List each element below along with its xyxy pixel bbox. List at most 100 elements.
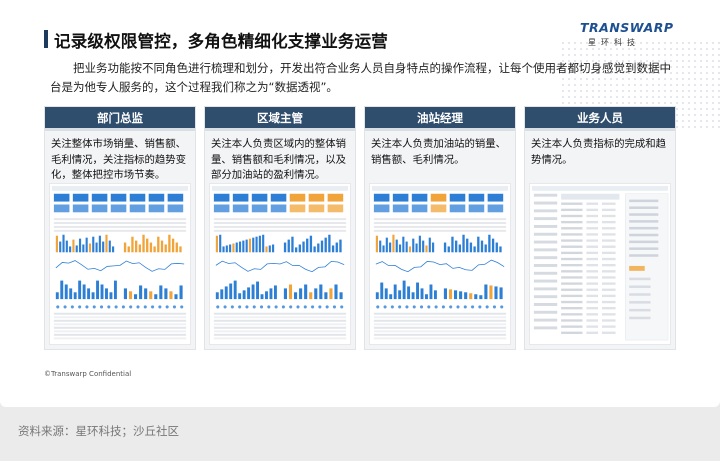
thumb-bar: [179, 246, 182, 253]
thumb-bar: [398, 290, 402, 300]
thumb-bar: [314, 288, 318, 300]
thumb-cell: [586, 202, 599, 205]
thumb-dot: [63, 305, 67, 309]
thumb-bar: [389, 242, 392, 253]
thumb-kpi-tile: [232, 204, 249, 213]
thumb-kpi-tile: [232, 193, 249, 202]
thumb-dot: [223, 305, 227, 309]
thumb-bar: [412, 238, 415, 253]
thumb-bar: [335, 242, 338, 253]
thumb-panel-tag: [629, 265, 645, 271]
thumb-text-row: [53, 218, 187, 221]
thumb-field-item: [533, 217, 558, 221]
thumb-cell: [561, 307, 583, 310]
thumb-bar: [324, 237, 327, 253]
thumb-panel-item: [629, 226, 659, 230]
thumb-bar: [149, 291, 153, 300]
thumb-bar: [154, 294, 158, 300]
thumb-bar: [477, 236, 480, 253]
thumb-bar: [375, 235, 378, 253]
thumb-bar: [320, 240, 324, 253]
thumb-cell: [561, 288, 583, 291]
logo-subtitle: 星环科技: [588, 38, 640, 47]
role-card-station-manager: 油站经理 关注本人负责加油站的销量、销售额、毛利情况。: [364, 106, 516, 350]
thumb-kpi-tile: [289, 193, 306, 202]
thumb-table-row: [213, 330, 347, 333]
thumb-bar: [288, 284, 293, 300]
thumb-bar: [304, 284, 308, 300]
thumb-bar: [82, 284, 86, 300]
thumb-table-row: [373, 316, 507, 319]
thumb-bar: [123, 242, 127, 253]
thumb-bar: [146, 238, 149, 253]
thumb-kpi-tile: [129, 204, 146, 213]
thumb-cell: [561, 239, 583, 242]
thumb-bar: [100, 284, 104, 300]
thumb-field-item: [533, 271, 558, 275]
thumb-bar: [380, 282, 384, 300]
dashboard-thumbnail: [369, 183, 511, 345]
thumb-panel-item: [629, 220, 659, 223]
thumb-bar: [428, 237, 431, 253]
thumb-kpi-tile: [430, 204, 447, 213]
thumb-bar: [95, 242, 98, 253]
thumb-cell: [601, 214, 616, 218]
thumb-cell: [561, 282, 583, 285]
thumb-kpi-tile: [148, 204, 165, 213]
thumb-dot: [492, 305, 496, 309]
thumb-bar: [398, 244, 402, 253]
thumb-bar: [108, 240, 111, 253]
thumb-field-item: [533, 193, 558, 197]
thumb-bar: [229, 244, 232, 253]
thumb-dot: [412, 305, 416, 309]
thumb-bar: [215, 235, 218, 253]
thumb-cell: [561, 214, 583, 218]
thumb-cell: [561, 294, 583, 298]
thumb-bar: [105, 288, 108, 300]
thumb-bar: [91, 292, 95, 300]
thumb-dot: [456, 305, 460, 309]
thumb-bar: [489, 285, 493, 300]
thumb-dot: [449, 305, 453, 309]
thumb-bar: [153, 246, 156, 253]
thumb-dot: [325, 305, 329, 309]
thumb-cell: [601, 294, 616, 298]
thumb-kpi-tile: [91, 204, 108, 213]
thumb-table-row: [53, 330, 187, 333]
thumb-bar: [92, 236, 95, 253]
thumb-cell: [586, 313, 599, 316]
thumb-text-row: [373, 218, 507, 221]
thumb-bar: [283, 242, 287, 253]
thumb-dot: [274, 305, 278, 309]
thumb-kpi-tile: [289, 204, 306, 213]
thumb-dot: [216, 305, 220, 309]
thumb-cell: [601, 331, 616, 334]
title-accent-bar: [44, 30, 48, 48]
thumb-text-row: [53, 229, 187, 232]
intro-paragraph: 把业务功能按不同角色进行梳理和划分，开发出符合业务人员自身特点的操作流程，让每个…: [50, 61, 671, 94]
thumb-cell: [561, 257, 583, 261]
thumb-cell: [601, 251, 616, 255]
thumb-cell: [601, 227, 616, 230]
thumb-bar: [60, 280, 64, 300]
thumb-kpi-tile: [110, 193, 127, 202]
thumb-bar: [334, 284, 338, 300]
thumb-field-item: [533, 303, 558, 306]
thumb-cell: [601, 313, 616, 316]
thumb-dot: [318, 305, 322, 309]
thumb-bar: [313, 246, 316, 253]
role-card-business-staff: 业务人员 关注本人负责指标的完成和趋势情况。: [524, 106, 676, 350]
thumb-kpi-tile: [468, 204, 485, 213]
thumb-kpi-tile: [373, 193, 390, 202]
thumb-cell: [561, 319, 583, 322]
thumb-bar: [215, 292, 219, 300]
thumb-kpi-tile: [449, 204, 466, 213]
thumb-bar: [256, 281, 259, 300]
thumb-bar: [265, 246, 268, 253]
thumb-field-item: [533, 248, 558, 252]
thumb-text-row: [373, 225, 507, 228]
thumb-bar: [69, 288, 73, 300]
thumb-table-row: [53, 337, 187, 340]
thumb-cell: [586, 220, 599, 224]
thumb-bar: [454, 290, 458, 300]
